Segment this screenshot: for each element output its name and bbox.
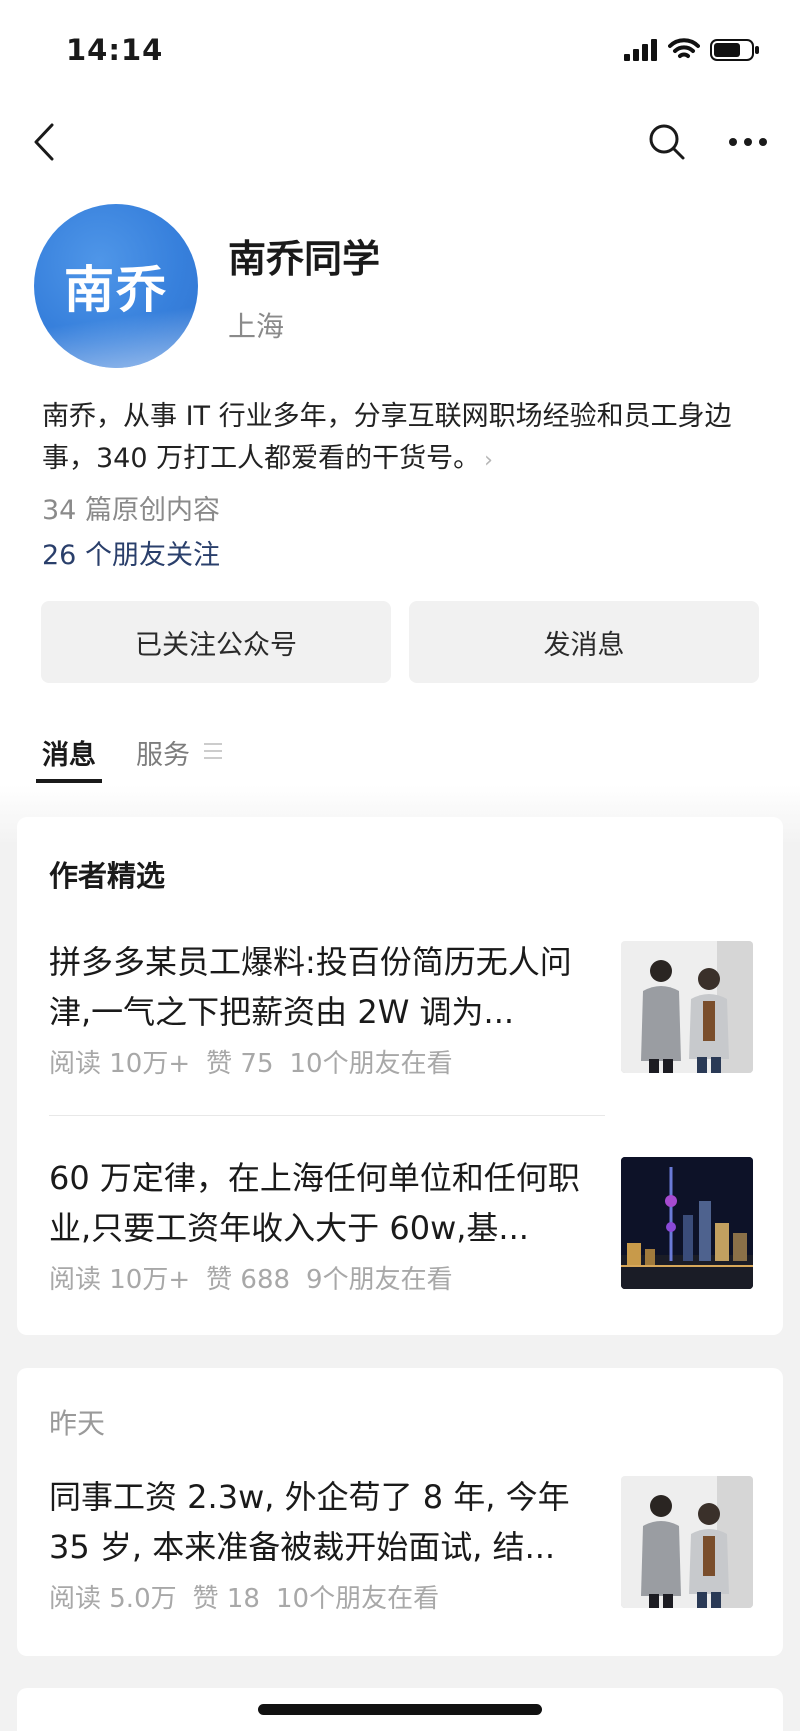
account-location: 上海: [228, 309, 285, 343]
more-icon: [729, 138, 767, 146]
tab-services[interactable]: 服务: [130, 725, 228, 783]
status-time: 14:14: [66, 33, 164, 67]
article-title: 同事工资 2.3w, 外企苟了 8 年, 今年 35 岁, 本来准备被裁开始面试…: [49, 1478, 570, 1566]
account-description[interactable]: 南乔，从事 IT 行业多年，分享互联网职场经验和员工身边事，340 万打工人都爱…: [42, 396, 762, 482]
tab-messages[interactable]: 消息: [36, 725, 102, 783]
search-icon: [649, 124, 685, 160]
nav-bar: [0, 110, 800, 174]
article-likes: 赞 18: [192, 1584, 260, 1614]
skyline-illustration: [621, 1157, 753, 1289]
more-button[interactable]: [728, 137, 768, 147]
status-bar: 14:14: [0, 0, 800, 100]
article-thumbnail: [621, 1476, 753, 1608]
description-text: 南乔，从事 IT 行业多年，分享互联网职场经验和员工身边事，340 万打工人都爱…: [42, 401, 732, 474]
account-profile: 南乔 南乔同学 上海: [34, 203, 774, 369]
avatar[interactable]: 南乔: [34, 204, 198, 368]
people-illustration: [621, 941, 753, 1073]
account-name: 南乔同学: [228, 236, 381, 281]
date-label: 昨天: [49, 1407, 106, 1440]
send-message-button[interactable]: 发消息: [409, 601, 759, 683]
article-title: 60 万定律，在上海任何单位和任何职业,只要工资年收入大于 60w,基...: [49, 1159, 580, 1247]
chevron-right-icon: ›: [484, 448, 493, 473]
article-likes: 赞 688: [206, 1265, 291, 1295]
search-button[interactable]: [648, 123, 686, 161]
divider: [49, 1115, 605, 1116]
back-arrow-icon: [34, 123, 54, 161]
original-count[interactable]: 34 篇原创内容: [42, 488, 220, 527]
office-photo: [621, 941, 753, 1073]
office-photo: [621, 1476, 753, 1608]
city-night-photo: [621, 1157, 753, 1289]
article-thumbnail: [621, 941, 753, 1073]
action-row: 已关注公众号 发消息: [41, 601, 759, 683]
article-likes: 赞 75: [206, 1049, 274, 1079]
article-thumbnail: [621, 1157, 753, 1289]
signal-icon: [624, 39, 657, 61]
followed-button[interactable]: 已关注公众号: [41, 601, 391, 683]
avatar-text: 南乔: [64, 261, 168, 319]
article-item[interactable]: 60 万定律，在上海任何单位和任何职业,只要工资年收入大于 60w,基... 阅…: [49, 1153, 769, 1295]
friends-following[interactable]: 26 个朋友关注: [42, 533, 220, 572]
nav-actions: [648, 123, 768, 161]
tab-bar: 消息 服务: [36, 725, 228, 785]
article-reads: 阅读 5.0万: [49, 1584, 177, 1614]
profile-info: 南乔同学 上海: [228, 228, 380, 345]
tab-services-label: 服务: [136, 740, 190, 771]
wifi-icon: [668, 38, 700, 58]
article-reads: 阅读 10万+: [49, 1049, 191, 1079]
recent-card: 昨天 同事工资 2.3w, 外企苟了 8 年, 今年 35 岁, 本来准备被裁开…: [17, 1368, 783, 1656]
article-friends: 10个朋友在看: [289, 1049, 453, 1079]
status-icons: [624, 38, 760, 62]
article-item[interactable]: 同事工资 2.3w, 外企苟了 8 年, 今年 35 岁, 本来准备被裁开始面试…: [49, 1472, 769, 1614]
tab-messages-label: 消息: [42, 740, 96, 771]
featured-card: 作者精选 拼多多某员工爆料:投百份简历无人问津,一气之下把薪资由 2W 调为..…: [17, 817, 783, 1335]
article-friends: 9个朋友在看: [306, 1265, 453, 1295]
people-illustration: [621, 1476, 753, 1608]
battery-icon: [710, 39, 759, 61]
back-button[interactable]: [32, 122, 56, 162]
article-reads: 阅读 10万+: [49, 1265, 191, 1295]
featured-heading: 作者精选: [49, 859, 166, 893]
article-item[interactable]: 拼多多某员工爆料:投百份简历无人问津,一气之下把薪资由 2W 调为... 阅读 …: [49, 937, 769, 1079]
home-indicator[interactable]: [258, 1704, 542, 1715]
article-title: 拼多多某员工爆料:投百份简历无人问津,一气之下把薪资由 2W 调为...: [49, 943, 572, 1031]
article-friends: 10个朋友在看: [275, 1584, 440, 1614]
menu-icon: [204, 743, 222, 783]
